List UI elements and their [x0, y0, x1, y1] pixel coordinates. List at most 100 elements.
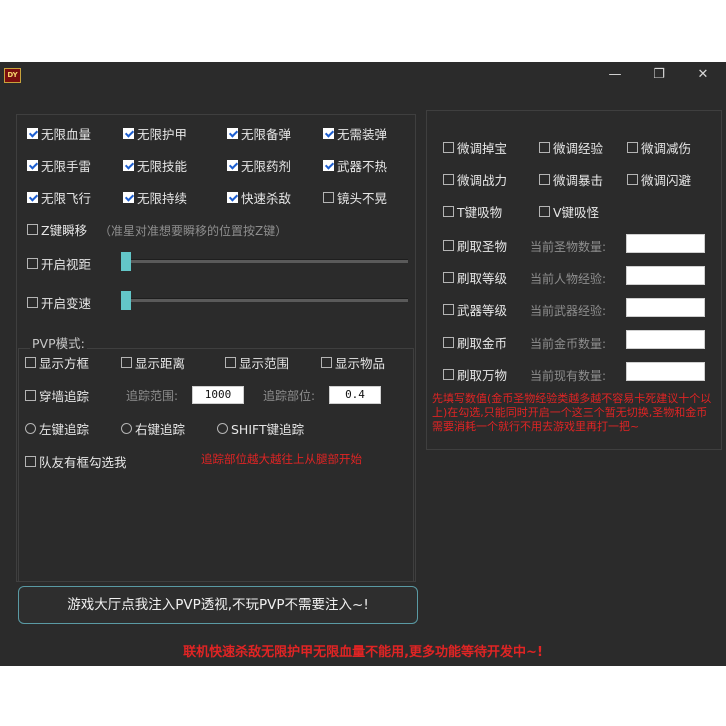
- speed-slider-track[interactable]: [122, 298, 408, 302]
- view-distance-slider-handle[interactable]: [121, 252, 131, 271]
- farm-relic-checkbox[interactable]: 刷取圣物: [443, 237, 507, 254]
- checkbox-box: [27, 191, 38, 203]
- farm-all-items-checkbox[interactable]: 刷取万物: [443, 366, 507, 383]
- checkbox-box: [539, 205, 550, 217]
- checkbox-box: [539, 141, 550, 153]
- tweak-damage-reduction-checkbox[interactable]: 微调减伤: [627, 139, 691, 156]
- show-box-checkbox[interactable]: 显示方框: [25, 354, 89, 371]
- infinite-ammo-checkbox[interactable]: 无限备弹: [227, 125, 291, 142]
- v-key-pull-monster-checkbox[interactable]: V键吸怪: [539, 203, 599, 220]
- checkbox-box: [27, 257, 38, 269]
- checkbox-box: [443, 336, 454, 348]
- no-camera-shake-checkbox[interactable]: 镜头不晃: [323, 189, 387, 206]
- track-range-input[interactable]: 1000: [192, 386, 244, 404]
- track-part-note: 追踪部位越大越往上从腿部开始: [201, 452, 362, 466]
- show-range-checkbox[interactable]: 显示范围: [225, 354, 289, 371]
- checkbox-box: [27, 296, 38, 308]
- checkbox-box: [227, 191, 238, 203]
- checkbox-box: [27, 127, 38, 139]
- checkbox-box: [227, 127, 238, 139]
- checkbox-box: [123, 127, 134, 139]
- infinite-duration-checkbox[interactable]: 无限持续: [123, 189, 187, 206]
- tweak-crit-checkbox[interactable]: 微调暴击: [539, 171, 603, 188]
- checkbox-box: [121, 356, 132, 368]
- checkbox-box: [123, 191, 134, 203]
- left-click-track-radio[interactable]: 左键追踪: [25, 420, 89, 437]
- char-exp-input[interactable]: [626, 266, 705, 285]
- z-teleport-hint: （准星对准想要瞬移的位置按Z键）: [99, 224, 288, 238]
- speed-slider-handle[interactable]: [121, 291, 131, 310]
- restore-button[interactable]: ❐: [648, 66, 670, 84]
- checkbox-box: [443, 271, 454, 283]
- minimize-button[interactable]: —: [604, 66, 626, 84]
- inject-pvp-button[interactable]: 游戏大厅点我注入PVP透视,不玩PVP不需要注入~!: [18, 586, 418, 624]
- tweak-dodge-checkbox[interactable]: 微调闪避: [627, 171, 691, 188]
- checkbox-box: [25, 455, 36, 467]
- title-bar: DY — ❐ ✕: [0, 62, 726, 88]
- current-gold-label: 当前金币数量:: [530, 337, 607, 351]
- current-char-exp-label: 当前人物经验:: [530, 272, 607, 286]
- radio-circle: [121, 422, 132, 434]
- weapon-exp-input[interactable]: [626, 298, 705, 317]
- checkbox-box: [25, 389, 36, 401]
- infinite-health-checkbox[interactable]: 无限血量: [27, 125, 91, 142]
- item-amount-input[interactable]: [626, 362, 705, 381]
- checkbox-box: [443, 368, 454, 380]
- view-distance-slider-track[interactable]: [122, 259, 408, 263]
- checkbox-box: [323, 159, 334, 171]
- checkbox-box: [227, 159, 238, 171]
- track-part-label: 追踪部位:: [263, 389, 316, 403]
- z-teleport-checkbox[interactable]: Z键瞬移: [27, 221, 87, 238]
- checkbox-box: [321, 356, 332, 368]
- t-key-pickup-checkbox[interactable]: T键吸物: [443, 203, 502, 220]
- radio-circle: [25, 422, 36, 434]
- teammate-box-checkbox[interactable]: 队友有框勾选我: [25, 453, 127, 470]
- checkbox-box: [443, 141, 454, 153]
- no-reload-checkbox[interactable]: 无需装弹: [323, 125, 387, 142]
- checkbox-box: [443, 173, 454, 185]
- current-item-amount-label: 当前现有数量:: [530, 369, 607, 383]
- no-overheat-checkbox[interactable]: 武器不热: [323, 157, 387, 174]
- track-part-input[interactable]: 0.4: [329, 386, 381, 404]
- checkbox-box: [443, 303, 454, 315]
- tweak-drop-checkbox[interactable]: 微调掉宝: [443, 139, 507, 156]
- checkbox-box: [323, 127, 334, 139]
- fast-kill-checkbox[interactable]: 快速杀敌: [227, 189, 291, 206]
- show-items-checkbox[interactable]: 显示物品: [321, 354, 385, 371]
- right-click-track-radio[interactable]: 右键追踪: [121, 420, 185, 437]
- app-window: DY — ❐ ✕ 无限血量 无限护甲 无限备弹 无需装弹 无限手雷 无限技能 无…: [0, 62, 726, 666]
- close-button[interactable]: ✕: [692, 66, 714, 84]
- relic-amount-input[interactable]: [626, 234, 705, 253]
- gold-amount-input[interactable]: [626, 330, 705, 349]
- farm-gold-checkbox[interactable]: 刷取金币: [443, 334, 507, 351]
- farm-level-checkbox[interactable]: 刷取等级: [443, 269, 507, 286]
- app-logo: DY: [4, 68, 21, 83]
- shift-track-radio[interactable]: SHIFT键追踪: [217, 420, 304, 437]
- footer-warning: 联机快速杀敌无限护甲无限血量不能用,更多功能等待开发中~!: [183, 645, 543, 660]
- infinite-skill-checkbox[interactable]: 无限技能: [123, 157, 187, 174]
- speed-change-checkbox[interactable]: 开启变速: [27, 294, 91, 311]
- infinite-grenade-checkbox[interactable]: 无限手雷: [27, 157, 91, 174]
- current-weapon-exp-label: 当前武器经验:: [530, 304, 607, 318]
- track-range-label: 追踪范围:: [126, 389, 179, 403]
- infinite-armor-checkbox[interactable]: 无限护甲: [123, 125, 187, 142]
- checkbox-box: [27, 159, 38, 171]
- checkbox-box: [443, 205, 454, 217]
- view-distance-checkbox[interactable]: 开启视距: [27, 255, 91, 272]
- infinite-potion-checkbox[interactable]: 无限药剂: [227, 157, 291, 174]
- current-relic-label: 当前圣物数量:: [530, 240, 607, 254]
- wall-track-checkbox[interactable]: 穿墙追踪: [25, 387, 89, 404]
- checkbox-box: [627, 173, 638, 185]
- checkbox-box: [25, 356, 36, 368]
- infinite-flight-checkbox[interactable]: 无限飞行: [27, 189, 91, 206]
- farm-instructions-note: 先填写数值(金币圣物经验类越多越不容易卡死建议十个以上)在勾选,只能同时开启一个…: [432, 392, 712, 433]
- checkbox-box: [225, 356, 236, 368]
- show-distance-checkbox[interactable]: 显示距离: [121, 354, 185, 371]
- radio-circle: [217, 422, 228, 434]
- checkbox-box: [323, 191, 334, 203]
- tweak-power-checkbox[interactable]: 微调战力: [443, 171, 507, 188]
- tweak-exp-checkbox[interactable]: 微调经验: [539, 139, 603, 156]
- checkbox-box: [443, 239, 454, 251]
- weapon-level-checkbox[interactable]: 武器等级: [443, 301, 507, 318]
- checkbox-box: [539, 173, 550, 185]
